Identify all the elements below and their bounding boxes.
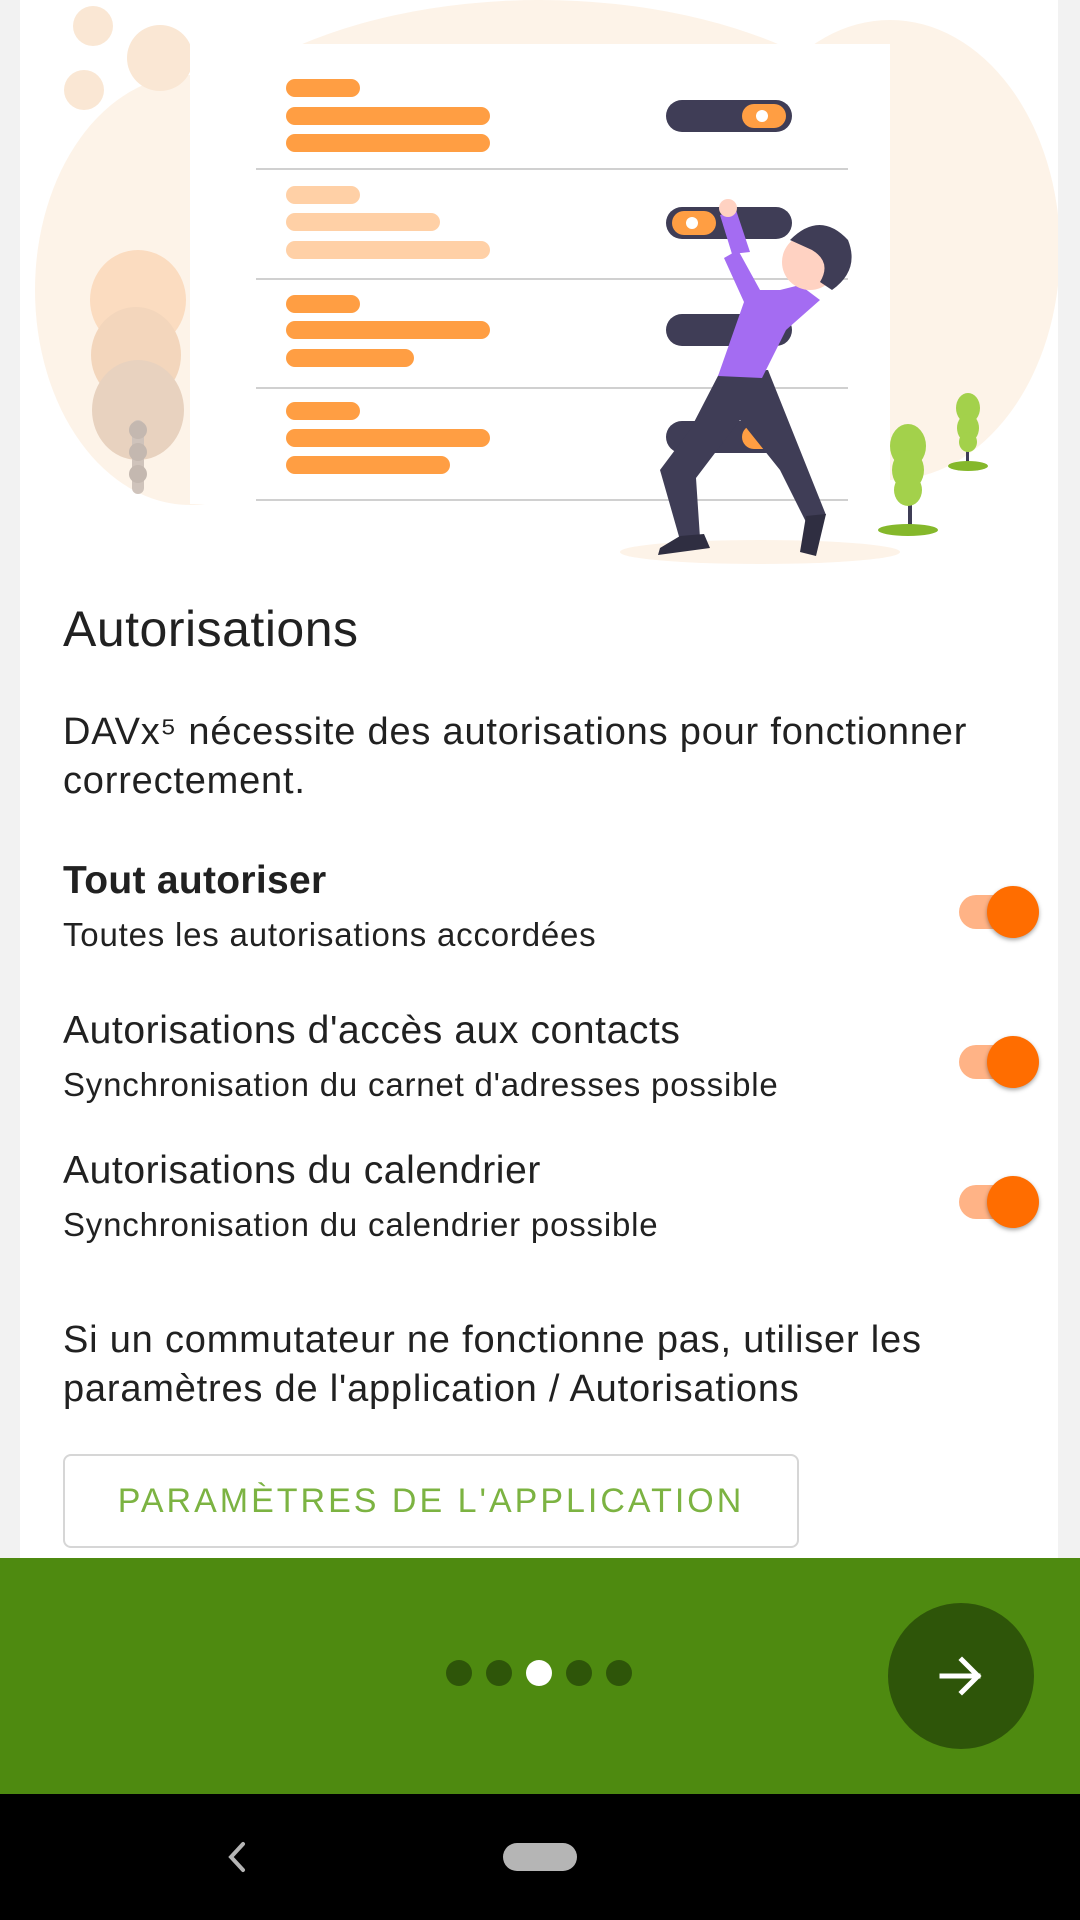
bottom-bar: [0, 1558, 1080, 1794]
permission-subtitle: Synchronisation du carnet d'adresses pos…: [63, 1066, 779, 1103]
next-button[interactable]: [888, 1603, 1034, 1749]
permission-title: Tout autoriser: [63, 859, 327, 902]
screen: Autorisations DAVx⁵ nécessite des autori…: [0, 0, 1080, 1920]
switch-thumb: [987, 1036, 1039, 1088]
page-dot-4[interactable]: [566, 1660, 592, 1686]
permissions-illustration: [35, 0, 1058, 564]
app-settings-button[interactable]: PARAMÈTRES DE L'APPLICATION: [63, 1454, 799, 1548]
permission-subtitle: Toutes les autorisations accordées: [63, 916, 597, 953]
calendar-permission-switch[interactable]: [953, 1168, 1043, 1228]
hint-text: Si un commutateur ne fonctionne pas, uti…: [63, 1319, 922, 1410]
page-indicator: [446, 1660, 632, 1686]
onboarding-card: Autorisations DAVx⁵ nécessite des autori…: [20, 0, 1058, 1560]
permission-row-all: Tout autoriser Toutes les autorisations …: [63, 858, 1043, 968]
permission-title: Autorisations du calendrier: [63, 1149, 541, 1192]
page-dot-1[interactable]: [446, 1660, 472, 1686]
all-permissions-switch[interactable]: [953, 878, 1043, 938]
permission-row-contacts: Autorisations d'accès aux contacts Synch…: [63, 1008, 1043, 1118]
permission-row-calendar: Autorisations du calendrier Synchronisat…: [63, 1148, 1043, 1258]
arrow-right-icon: [939, 1656, 982, 1696]
page-dot-2[interactable]: [486, 1660, 512, 1686]
home-pill-icon[interactable]: [503, 1843, 577, 1871]
page-dot-3-active[interactable]: [526, 1660, 552, 1686]
permission-title: Autorisations d'accès aux contacts: [63, 1009, 681, 1052]
back-icon[interactable]: [215, 1832, 255, 1882]
permission-subtitle: Synchronisation du calendrier possible: [63, 1206, 659, 1243]
page-title: Autorisations: [63, 601, 359, 657]
contacts-permission-switch[interactable]: [953, 1028, 1043, 1088]
intro-text: DAVx⁵ nécessite des autorisations pour f…: [63, 711, 968, 802]
switch-thumb: [987, 886, 1039, 938]
page-dot-5[interactable]: [606, 1660, 632, 1686]
switch-thumb: [987, 1176, 1039, 1228]
